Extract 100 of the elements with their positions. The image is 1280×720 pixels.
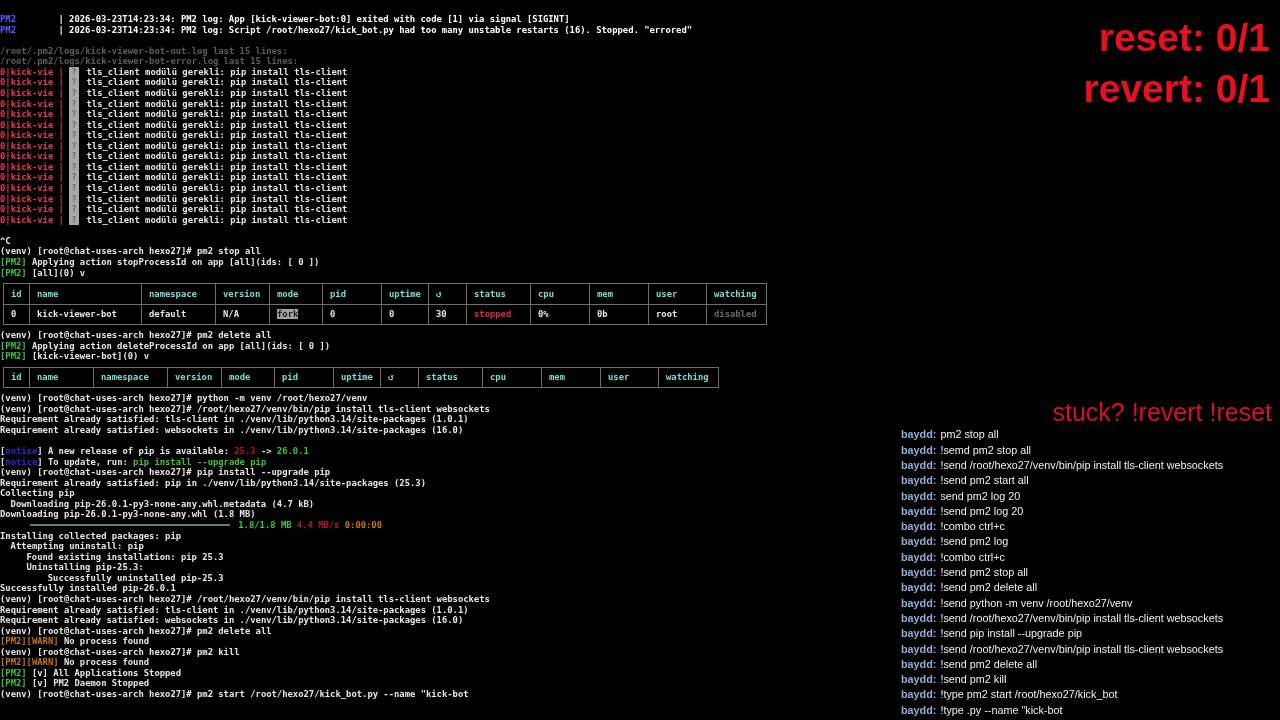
table-cell: 0: [11, 309, 17, 320]
terminal-text: tls_client modülü gerekli: pip install tls-client: [86, 98, 348, 110]
process-tag: 0|kick-vie |: [0, 66, 64, 78]
log-path: /root/.pm2/logs/kick-viewer-bot-out.log last 15 lines:: [0, 45, 288, 57]
terminal-text: Requirement already satisfied: pip in ./venv/lib/python3.14/site-packages (25.3): [0, 477, 426, 489]
log-path: /root/.pm2/logs/kick-viewer-bot-error.log last 15 lines:: [0, 56, 299, 67]
chat-message: send pm2 log 20: [940, 488, 1021, 504]
column-header: mode: [269, 283, 323, 305]
column-header: cpu: [482, 367, 542, 388]
table-cell: fork: [277, 309, 299, 320]
chat-username: baydd:: [901, 488, 937, 504]
column-header: name: [29, 367, 94, 388]
chat-username: baydd:: [901, 442, 937, 458]
terminal-text: ->: [260, 446, 272, 457]
replacement-char: ?: [69, 151, 79, 162]
column-header: version: [215, 283, 270, 305]
column-header: version: [167, 367, 222, 388]
table-cell: disabled: [714, 309, 757, 320]
replacement-char: ?: [69, 204, 79, 215]
terminal-text: tls_client modülü gerekli: pip install tls-client: [86, 151, 348, 162]
replacement-char: ?: [69, 77, 79, 88]
chat-message: !send pm2 log: [940, 534, 1009, 550]
process-tag: 0|kick-vie |: [0, 204, 64, 215]
column-header: namespace: [141, 283, 216, 305]
column-header: ↺: [380, 367, 419, 388]
terminal-text: (venv) [root@chat-uses-arch hexo27]# pm2 stop all: [0, 246, 261, 257]
terminal-text: (venv) [root@chat-uses-arch hexo27]# /root/hexo27/venv/bin/pip install tls-client websockets: [0, 593, 490, 605]
column-header: ↺: [428, 283, 467, 305]
table-cell: 0: [330, 309, 336, 320]
chat-username: baydd:: [901, 702, 937, 718]
chat-username: baydd:: [901, 457, 937, 473]
chat-message: !send python -m venv /root/hexo27/venv: [940, 595, 1133, 611]
terminal-text: Requirement already satisfied: tls-client in ./venv/lib/python3.14/site-packages (1.0.1): [0, 604, 469, 616]
chat-message: !combo ctrl+c: [940, 519, 1005, 535]
replacement-char: ?: [69, 214, 79, 226]
replacement-char: ?: [69, 98, 79, 110]
terminal-text: Collecting pip: [0, 488, 75, 499]
table-cell: root: [656, 309, 678, 320]
terminal-text: [PM2][WARN]: [0, 636, 59, 647]
terminal-text: pip install --upgrade pip: [133, 456, 267, 468]
column-header: user: [600, 367, 659, 388]
column-header: pid: [274, 367, 334, 388]
terminal-text: [PM2]: [0, 256, 27, 268]
terminal-text: [all](0) v: [31, 267, 86, 279]
table-cell: 30: [436, 309, 447, 320]
chat-username: baydd:: [901, 534, 937, 550]
terminal-text: notice: [5, 446, 38, 457]
replacement-char: ?: [69, 87, 79, 99]
terminal-text: [v] PM2 Daemon Stopped: [31, 678, 150, 689]
terminal-text: Uninstalling pip-25.3:: [26, 562, 144, 573]
terminal-text: Successfully installed pip-26.0.1: [0, 583, 176, 594]
process-tag: 0|kick-vie |: [0, 140, 64, 152]
terminal-text: Requirement already satisfied: websockets in ./venv/lib/python3.14/site-packages (16.0): [0, 615, 464, 626]
terminal-text: (venv) [root@chat-uses-arch hexo27]# python -m venv /root/hexo27/venv: [0, 393, 368, 404]
terminal-text: Requirement already satisfied: websockets in ./venv/lib/python3.14/site-packages (16.0): [0, 424, 464, 436]
process-tag: 0|kick-vie |: [0, 87, 64, 99]
terminal-text: tls_client modülü gerekli: pip install tls-client: [86, 109, 348, 120]
terminal-text: tls_client modülü gerekli: pip install tls-client: [86, 183, 348, 194]
process-tag: 0|kick-vie |: [0, 151, 64, 162]
chat-message: !type .py --name "kick-bot: [940, 702, 1063, 718]
terminal-text: Attempting uninstall: pip: [10, 541, 144, 552]
terminal-text: ] To update, run:: [37, 456, 128, 468]
terminal-text: Applying action deleteProcessId on app [all](ids: [ 0 ]): [31, 340, 331, 352]
terminal-text: [v] All Applications Stopped: [31, 667, 181, 679]
process-tag: PM2: [0, 14, 16, 25]
process-tag: 0|kick-vie |: [0, 109, 64, 120]
terminal-text: No process found: [63, 636, 150, 647]
terminal-text: (venv) [root@chat-uses-arch hexo27]# pm2 delete all: [0, 330, 272, 341]
table-cell: N/A: [223, 309, 239, 320]
column-header: status: [466, 283, 531, 305]
terminal-text: 1.8/1.8 MB: [238, 520, 292, 531]
terminal-text: [: [0, 446, 6, 457]
terminal-text: (venv) [root@chat-uses-arch hexo27]# pm2 start /root/hexo27/kick_bot.py --name "kick-bot: [0, 689, 469, 700]
terminal-text: tls_client modülü gerekli: pip install tls-client: [86, 66, 348, 78]
replacement-char: ?: [69, 130, 79, 141]
terminal-text: Requirement already satisfied: tls-client in ./venv/lib/python3.14/site-packages (1.0.1): [0, 414, 469, 425]
terminal-text: tls_client modülü gerekli: pip install tls-client: [86, 87, 348, 99]
chat-message: !send pm2 stop all: [940, 565, 1028, 581]
column-header: pid: [322, 283, 382, 305]
command-hint: stuck? !revert !reset: [1052, 397, 1273, 428]
table-cell: kick-viewer-bot: [37, 309, 117, 320]
process-tag: 0|kick-vie |: [0, 130, 64, 141]
terminal-text: tls_client modülü gerekli: pip install tls-client: [86, 119, 348, 131]
chat-username: baydd:: [901, 427, 937, 443]
chat-message: !type pm2 start /root/hexo27/kick_bot: [940, 687, 1118, 703]
terminal-text: tls_client modülü gerekli: pip install tls-client: [86, 140, 348, 152]
chat-username: baydd:: [901, 565, 937, 581]
replacement-char: ?: [69, 109, 79, 120]
terminal-text: tls_client modülü gerekli: pip install tls-client: [86, 204, 348, 215]
terminal-text: Downloading pip-26.0.1-py3-none-any.whl.metadata (4.7 kB): [10, 498, 315, 510]
chat-username: baydd:: [901, 549, 937, 565]
column-header: cpu: [530, 283, 590, 305]
replacement-char: ?: [69, 66, 79, 78]
terminal-text: No process found: [63, 657, 150, 668]
terminal-text: [PM2]: [0, 667, 27, 679]
terminal-text: | 2026-03-23T14:23:34: PM2 log: Script /root/hexo27/kick_bot.py had too many unstable restarts (16). Stopped. "errored": [58, 24, 693, 36]
chat-message: !send /root/hexo27/venv/bin/pip install tls-client websockets: [940, 641, 1224, 657]
chat-message: !send pm2 delete all: [940, 580, 1038, 596]
terminal-text: tls_client modülü gerekli: pip install tls-client: [86, 172, 348, 183]
terminal-text: [PM2]: [0, 267, 27, 279]
